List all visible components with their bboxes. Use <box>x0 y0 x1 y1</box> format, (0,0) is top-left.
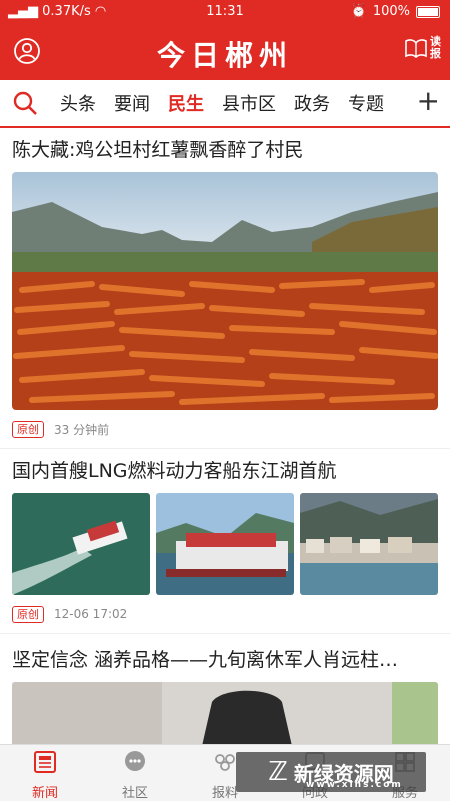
news-item[interactable]: 国内首艘LNG燃料动力客船东江湖首航 原创 12-06 17:02 <box>0 449 450 634</box>
tab-special[interactable]: 专题 <box>348 90 384 116</box>
add-channel-icon[interactable]: + <box>417 84 440 117</box>
reader-label: 读报 <box>430 35 441 60</box>
divider <box>0 633 450 634</box>
news-image[interactable] <box>12 172 438 410</box>
original-badge: 原创 <box>12 605 44 623</box>
tab-headline[interactable]: 头条 <box>60 90 96 116</box>
channel-tabs: 头条 要闻 民生 县市区 政务 专题 + <box>0 80 450 128</box>
news-title[interactable]: 陈大藏:鸡公坦村红薯飘香醉了村民 <box>0 128 450 172</box>
news-item[interactable]: 陈大藏:鸡公坦村红薯飘香醉了村民 原创 33 分钟前 <box>0 128 450 449</box>
nav-label: 新闻 <box>31 786 58 801</box>
tab-counties[interactable]: 县市区 <box>222 90 276 116</box>
news-image[interactable] <box>12 493 150 595</box>
news-image[interactable] <box>12 682 438 746</box>
report-icon <box>215 754 235 771</box>
news-meta: 原创 33 分钟前 <box>0 416 450 442</box>
news-time: 12-06 17:02 <box>54 607 128 621</box>
tab-list: 头条 要闻 民生 县市区 政务 专题 <box>60 90 410 116</box>
book-icon <box>405 39 427 59</box>
status-bar: ▂▄▆ 0.37K/s ◠ 11:31 ⏰ 100% <box>0 0 450 24</box>
community-icon <box>125 751 145 771</box>
nav-label: 社区 <box>121 786 148 801</box>
battery-label: 100% <box>372 4 410 19</box>
news-image[interactable] <box>156 493 294 595</box>
veteran-photo-image <box>12 682 438 746</box>
reader-button[interactable]: 读报 <box>404 36 442 60</box>
news-item[interactable]: 坚定信念 涵养品格——九旬离休军人肖远柱… <box>0 638 450 746</box>
tab-news[interactable]: 要闻 <box>114 90 150 116</box>
news-meta: 原创 12-06 17:02 <box>0 601 450 627</box>
battery-icon <box>416 5 440 18</box>
app-title: 今日郴州 <box>156 39 293 72</box>
lake-town-image <box>300 493 438 595</box>
news-image[interactable] <box>300 493 438 595</box>
ferry-dock-image <box>156 493 294 595</box>
sweet-potato-image <box>12 172 438 410</box>
watermark-url: www.xlhs.com <box>306 780 403 790</box>
news-time: 33 分钟前 <box>54 422 110 437</box>
tab-government[interactable]: 政务 <box>294 90 330 116</box>
search-icon[interactable] <box>12 90 38 116</box>
news-image-group <box>0 493 450 595</box>
nav-news[interactable]: 新闻 <box>0 745 90 801</box>
status-right: ⏰ 100% <box>351 4 440 19</box>
alarm-icon: ⏰ <box>350 4 367 19</box>
app-header: 今日郴州 读报 <box>0 24 450 80</box>
boat-aerial-image <box>12 493 150 595</box>
news-icon <box>34 751 56 773</box>
news-title[interactable]: 国内首艘LNG燃料动力客船东江湖首航 <box>0 449 450 493</box>
news-feed: 陈大藏:鸡公坦村红薯飘香醉了村民 原创 33 分钟前 国内首艘LNG燃料动力客船… <box>0 128 450 746</box>
tab-livelihood[interactable]: 民生 <box>168 90 204 116</box>
original-badge: 原创 <box>12 420 44 438</box>
watermark-logo-icon: ℤ <box>268 757 288 787</box>
nav-community[interactable]: 社区 <box>90 745 180 801</box>
watermark: ℤ 新绿资源网 www.xlhs.com <box>236 752 426 792</box>
news-title[interactable]: 坚定信念 涵养品格——九旬离休军人肖远柱… <box>0 638 450 682</box>
